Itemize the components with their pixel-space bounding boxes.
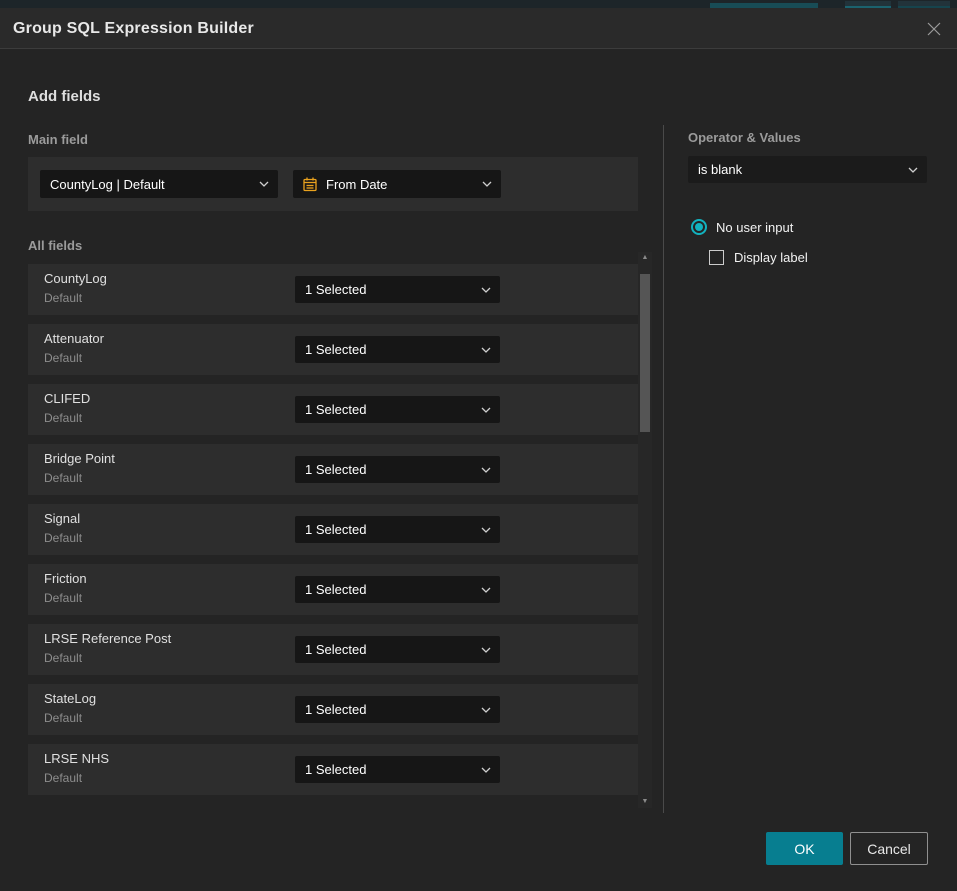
chevron-down-icon bbox=[481, 767, 491, 773]
chevron-down-icon bbox=[481, 407, 491, 413]
field-subtitle: Default bbox=[44, 411, 82, 425]
field-selected-dropdown[interactable]: 1 Selected bbox=[295, 696, 500, 723]
chevron-down-icon bbox=[259, 181, 269, 187]
calendar-icon bbox=[302, 176, 318, 192]
scrollbar-thumb[interactable] bbox=[640, 274, 650, 432]
field-row-signal: Signal Default 1 Selected bbox=[28, 504, 638, 555]
selected-count: 1 Selected bbox=[305, 462, 481, 477]
selected-count: 1 Selected bbox=[305, 402, 481, 417]
field-subtitle: Default bbox=[44, 471, 82, 485]
field-selected-dropdown[interactable]: 1 Selected bbox=[295, 636, 500, 663]
selected-count: 1 Selected bbox=[305, 702, 481, 717]
field-selected-dropdown[interactable]: 1 Selected bbox=[295, 576, 500, 603]
background-app-strip bbox=[0, 0, 957, 8]
ok-button[interactable]: OK bbox=[766, 832, 843, 865]
chevron-down-icon bbox=[481, 287, 491, 293]
field-selected-dropdown[interactable]: 1 Selected bbox=[295, 516, 500, 543]
operator-values-label: Operator & Values bbox=[688, 130, 801, 145]
chevron-down-icon bbox=[481, 707, 491, 713]
field-selected-dropdown[interactable]: 1 Selected bbox=[295, 756, 500, 783]
chevron-down-icon bbox=[481, 647, 491, 653]
field-row-lrse-nhs: LRSE NHS Default 1 Selected bbox=[28, 744, 638, 795]
no-user-input-label: No user input bbox=[716, 220, 793, 235]
field-subtitle: Default bbox=[44, 291, 82, 305]
field-subtitle: Default bbox=[44, 591, 82, 605]
dialog-header: Group SQL Expression Builder bbox=[0, 8, 957, 49]
field-subtitle: Default bbox=[44, 531, 82, 545]
selected-count: 1 Selected bbox=[305, 342, 481, 357]
field-subtitle: Default bbox=[44, 651, 82, 665]
field-selected-dropdown[interactable]: 1 Selected bbox=[295, 336, 500, 363]
display-label-label: Display label bbox=[734, 250, 808, 265]
field-row-attenuator: Attenuator Default 1 Selected bbox=[28, 324, 638, 375]
field-row-lrse-reference-post: LRSE Reference Post Default 1 Selected bbox=[28, 624, 638, 675]
background-toolbar-fragment bbox=[898, 1, 950, 8]
chevron-down-icon bbox=[481, 527, 491, 533]
field-selected-dropdown[interactable]: 1 Selected bbox=[295, 456, 500, 483]
checkbox-unchecked-icon bbox=[709, 250, 724, 265]
main-field-select-value: From Date bbox=[326, 177, 482, 192]
scroll-down-icon[interactable]: ▼ bbox=[638, 796, 652, 808]
field-name: CLIFED bbox=[44, 391, 90, 406]
field-name: Friction bbox=[44, 571, 87, 586]
main-field-panel: CountyLog | Default From Date bbox=[28, 157, 638, 211]
field-name: Attenuator bbox=[44, 331, 104, 346]
list-scrollbar[interactable]: ▲ ▼ bbox=[638, 252, 652, 808]
field-subtitle: Default bbox=[44, 711, 82, 725]
selected-count: 1 Selected bbox=[305, 522, 481, 537]
field-row-statelog: StateLog Default 1 Selected bbox=[28, 684, 638, 735]
field-selected-dropdown[interactable]: 1 Selected bbox=[295, 276, 500, 303]
background-toolbar-fragment bbox=[845, 1, 891, 8]
field-selected-dropdown[interactable]: 1 Selected bbox=[295, 396, 500, 423]
field-row-friction: Friction Default 1 Selected bbox=[28, 564, 638, 615]
operator-select[interactable]: is blank bbox=[688, 156, 927, 183]
selected-count: 1 Selected bbox=[305, 642, 481, 657]
scroll-up-icon[interactable]: ▲ bbox=[638, 252, 652, 264]
no-user-input-radio[interactable]: No user input bbox=[691, 219, 793, 235]
field-row-clifed: CLIFED Default 1 Selected bbox=[28, 384, 638, 435]
selected-count: 1 Selected bbox=[305, 282, 481, 297]
chevron-down-icon bbox=[908, 167, 918, 173]
main-field-select[interactable]: From Date bbox=[293, 170, 501, 198]
field-subtitle: Default bbox=[44, 351, 82, 365]
screen: Group SQL Expression Builder Add fields … bbox=[0, 0, 957, 891]
chevron-down-icon bbox=[481, 467, 491, 473]
field-row-bridge-point: Bridge Point Default 1 Selected bbox=[28, 444, 638, 495]
field-name: Signal bbox=[44, 511, 80, 526]
field-name: CountyLog bbox=[44, 271, 107, 286]
main-layer-select-value: CountyLog | Default bbox=[50, 177, 259, 192]
chevron-down-icon bbox=[481, 347, 491, 353]
selected-count: 1 Selected bbox=[305, 762, 481, 777]
add-fields-heading: Add fields bbox=[28, 88, 101, 105]
cancel-button[interactable]: Cancel bbox=[850, 832, 928, 865]
operator-select-value: is blank bbox=[698, 162, 908, 177]
field-row-countylog: CountyLog Default 1 Selected bbox=[28, 264, 638, 315]
panel-divider bbox=[663, 125, 664, 813]
chevron-down-icon bbox=[482, 181, 492, 187]
dialog-title: Group SQL Expression Builder bbox=[13, 8, 254, 49]
chevron-down-icon bbox=[481, 587, 491, 593]
field-name: LRSE NHS bbox=[44, 751, 109, 766]
radio-selected-icon bbox=[691, 219, 707, 235]
field-name: Bridge Point bbox=[44, 451, 115, 466]
field-subtitle: Default bbox=[44, 771, 82, 785]
main-layer-select[interactable]: CountyLog | Default bbox=[40, 170, 278, 198]
close-icon[interactable] bbox=[924, 19, 944, 39]
main-field-label: Main field bbox=[28, 132, 88, 147]
all-fields-label: All fields bbox=[28, 238, 82, 253]
field-name: StateLog bbox=[44, 691, 96, 706]
selected-count: 1 Selected bbox=[305, 582, 481, 597]
display-label-checkbox[interactable]: Display label bbox=[709, 250, 808, 265]
group-sql-expression-builder-dialog: Group SQL Expression Builder Add fields … bbox=[0, 8, 957, 891]
field-name: LRSE Reference Post bbox=[44, 631, 171, 646]
